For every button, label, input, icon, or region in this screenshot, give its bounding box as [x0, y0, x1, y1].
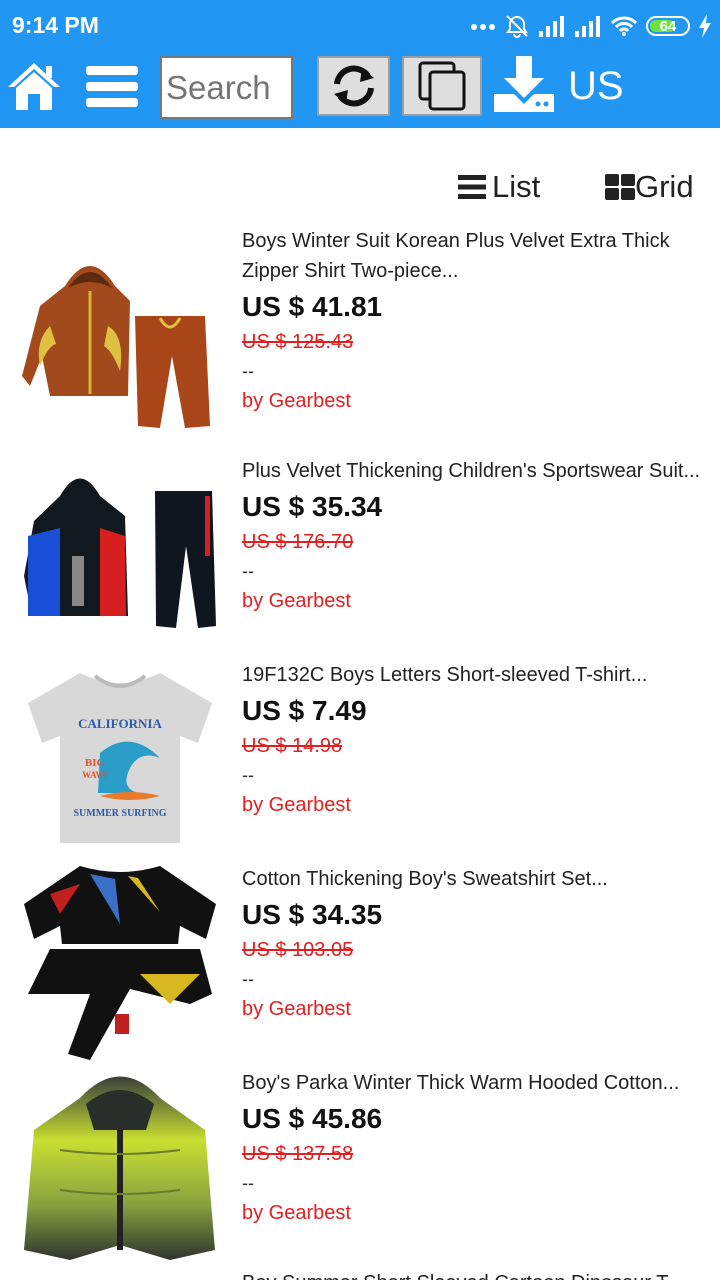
product-original-price: US $ 14.98	[242, 735, 343, 757]
product-title[interactable]: Boy Summer Short Sleeved Cartoon Dinosau…	[242, 1268, 712, 1280]
alarm-off-icon	[506, 15, 528, 38]
battery-icon: 64	[646, 16, 690, 36]
tshirt-text-1: CALIFORNIA	[78, 716, 162, 731]
product-extra: --	[242, 969, 254, 989]
product-title[interactable]: 19F132C Boys Letters Short-sleeved T-shi…	[242, 660, 712, 690]
product-extra: --	[242, 361, 254, 381]
product-title[interactable]: Boy's Parka Winter Thick Warm Hooded Cot…	[242, 1068, 712, 1098]
product-extra: --	[242, 1173, 254, 1193]
list-view-toggle[interactable]: List	[458, 165, 540, 209]
product-image[interactable]	[20, 864, 220, 1060]
product-price: US $ 45.86	[242, 1103, 383, 1134]
tshirt-text-2: BIG	[85, 757, 106, 769]
copy-button[interactable]	[402, 56, 482, 116]
product-title[interactable]: Boys Winter Suit Korean Plus Velvet Extr…	[242, 226, 712, 286]
product-seller[interactable]: by Gearbest	[242, 586, 712, 616]
product-info: Boy Summer Short Sleeved Cartoon Dinosau…	[242, 1268, 712, 1280]
product-price: US $ 34.35	[242, 899, 383, 930]
status-icons: 64	[470, 10, 712, 42]
menu-button[interactable]	[84, 62, 140, 110]
product-item[interactable]: Cotton Thickening Boy's Sweatshirt Set..…	[0, 864, 720, 1060]
product-info: Plus Velvet Thickening Children's Sports…	[242, 456, 712, 616]
product-original-price: US $ 176.70	[242, 531, 354, 553]
charging-bolt-icon	[699, 14, 711, 38]
product-price: US $ 7.49	[242, 695, 367, 726]
home-icon	[8, 63, 60, 110]
refresh-button[interactable]	[317, 56, 390, 116]
product-original-price: US $ 125.43	[242, 331, 354, 353]
download-button[interactable]	[492, 54, 556, 114]
more-dots-icon	[471, 24, 495, 30]
status-bar: 9:14 PM 64	[0, 0, 720, 50]
product-original-price: US $ 137.58	[242, 1143, 354, 1165]
product-info: Cotton Thickening Boy's Sweatshirt Set..…	[242, 864, 712, 1024]
copy-icon	[418, 61, 466, 111]
grid-view-label: Grid	[635, 169, 694, 204]
search-input[interactable]	[160, 56, 293, 119]
download-icon	[494, 56, 554, 112]
product-price: US $ 41.81	[242, 291, 383, 322]
signal-2-icon	[575, 16, 600, 37]
top-toolbar: US	[0, 50, 720, 128]
product-item[interactable]: Boy Summer Short Sleeved Cartoon Dinosau…	[0, 1268, 720, 1280]
battery-level: 64	[659, 17, 677, 35]
tshirt-text-4: SUMMER SURFING	[73, 808, 166, 819]
signal-1-icon	[539, 16, 564, 37]
product-item[interactable]: CALIFORNIA BIG WAVE SUMMER SURFING 19F13…	[0, 660, 720, 850]
product-seller[interactable]: by Gearbest	[242, 386, 712, 416]
product-item[interactable]: Boys Winter Suit Korean Plus Velvet Extr…	[0, 226, 720, 436]
product-image[interactable]	[20, 246, 220, 431]
product-item[interactable]: Boy's Parka Winter Thick Warm Hooded Cot…	[0, 1068, 720, 1264]
product-extra: --	[242, 561, 254, 581]
product-info: 19F132C Boys Letters Short-sleeved T-shi…	[242, 660, 712, 820]
refresh-icon	[333, 65, 374, 107]
currency-selector[interactable]: US	[568, 64, 624, 109]
product-title[interactable]: Plus Velvet Thickening Children's Sports…	[242, 456, 712, 486]
product-original-price: US $ 103.05	[242, 939, 354, 961]
product-title[interactable]: Cotton Thickening Boy's Sweatshirt Set..…	[242, 864, 712, 894]
product-price: US $ 35.34	[242, 491, 383, 522]
product-item[interactable]: Plus Velvet Thickening Children's Sports…	[0, 456, 720, 646]
product-info: Boys Winter Suit Korean Plus Velvet Extr…	[242, 226, 712, 416]
tshirt-text-3: WAVE	[82, 770, 108, 780]
product-image[interactable]	[20, 1070, 220, 1262]
product-image[interactable]	[20, 466, 220, 636]
product-info: Boy's Parka Winter Thick Warm Hooded Cot…	[242, 1068, 712, 1228]
list-view-label: List	[492, 169, 541, 204]
product-seller[interactable]: by Gearbest	[242, 994, 712, 1024]
grid-icon	[605, 174, 635, 200]
home-button[interactable]	[6, 60, 62, 112]
product-extra: --	[242, 765, 254, 785]
menu-icon	[86, 66, 138, 107]
wifi-icon	[610, 16, 638, 36]
product-image[interactable]: CALIFORNIA BIG WAVE SUMMER SURFING	[20, 668, 220, 846]
status-time: 9:14 PM	[12, 12, 99, 38]
list-icon	[458, 175, 486, 199]
product-seller[interactable]: by Gearbest	[242, 1198, 712, 1228]
grid-view-toggle[interactable]: Grid	[605, 165, 694, 209]
product-seller[interactable]: by Gearbest	[242, 790, 712, 820]
